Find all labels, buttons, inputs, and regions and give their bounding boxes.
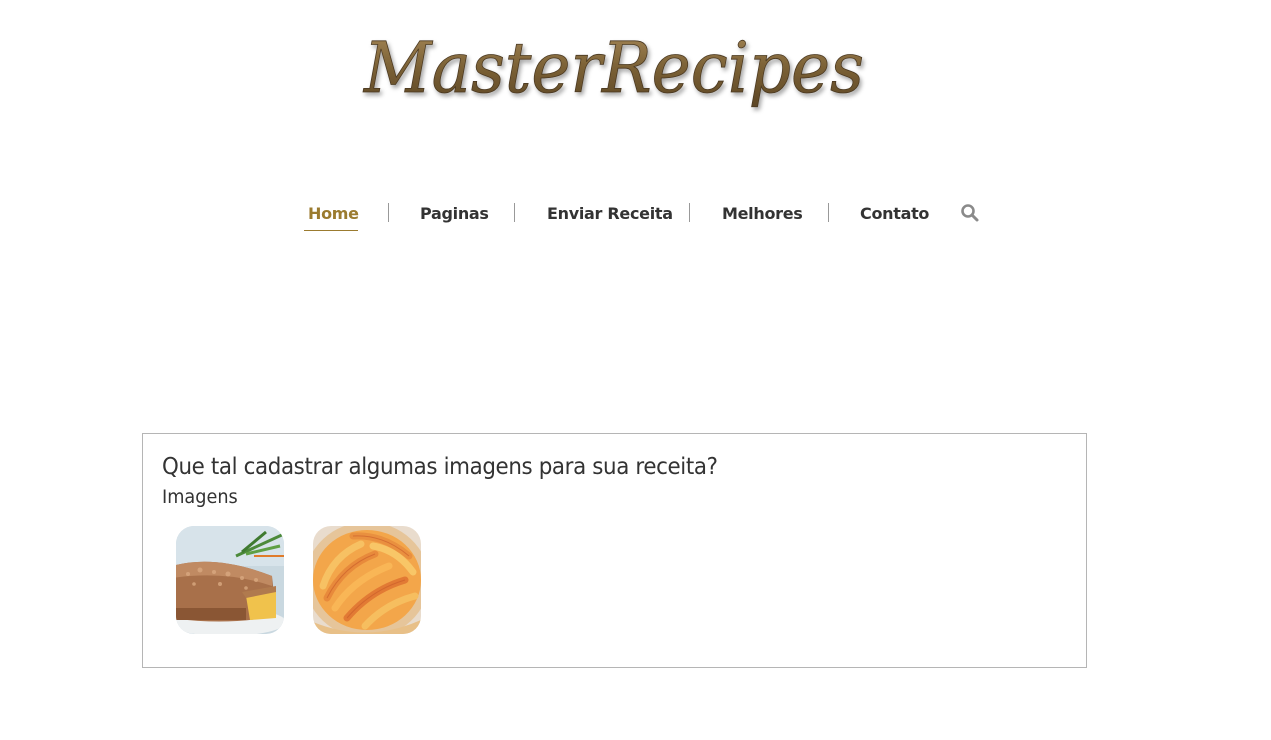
nav-item-contato[interactable]: Contato (860, 204, 929, 223)
nav-item-enviar-receita[interactable]: Enviar Receita (547, 204, 673, 223)
nav-divider (388, 203, 389, 222)
nav-divider (828, 203, 829, 222)
main-nav: Home Paginas Enviar Receita Melhores Con… (0, 196, 1271, 236)
nav-item-melhores[interactable]: Melhores (722, 204, 803, 223)
nav-active-indicator (304, 230, 358, 231)
search-icon[interactable] (960, 203, 980, 223)
nav-item-home[interactable]: Home (308, 204, 359, 223)
nav-divider (514, 203, 515, 222)
card-title: Que tal cadastrar algumas imagens para s… (162, 454, 718, 480)
nav-divider (689, 203, 690, 222)
logo-text: MasterRecipes (362, 28, 864, 109)
crumble-pie-image[interactable] (176, 526, 284, 634)
site-logo[interactable]: MasterRecipes (360, 28, 870, 118)
card-subtitle: Imagens (162, 486, 238, 508)
nav-item-paginas[interactable]: Paginas (420, 204, 489, 223)
peach-tart-image[interactable] (313, 526, 421, 634)
recipe-images-card: Que tal cadastrar algumas imagens para s… (142, 433, 1087, 668)
